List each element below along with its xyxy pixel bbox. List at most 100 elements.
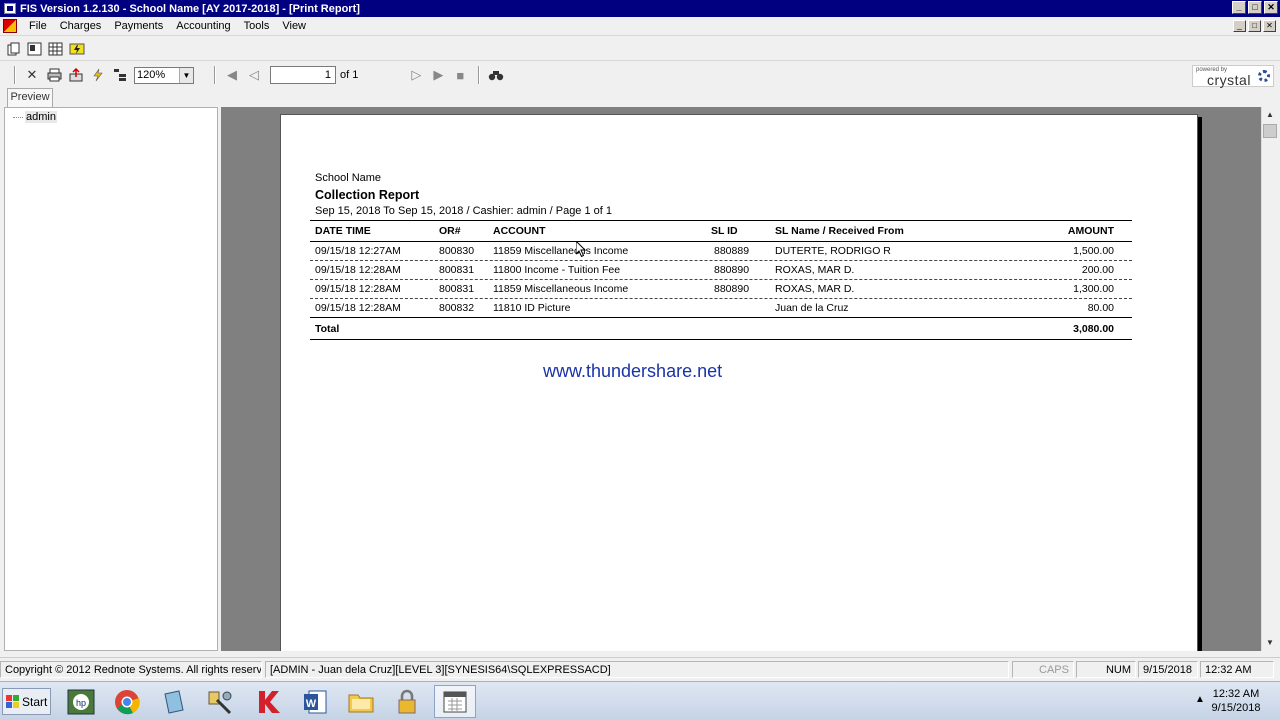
table-row: 09/15/18 12:28AM 800831 11859 Miscellane…: [310, 280, 1132, 299]
scroll-up-icon[interactable]: ▲: [1262, 107, 1278, 123]
tree-item-admin[interactable]: admin: [13, 111, 57, 123]
mdi-controls: _ □ ✕: [1233, 20, 1276, 32]
app-toolbar: [0, 37, 1280, 61]
cell-account: 11810 ID Picture: [493, 302, 571, 314]
lock-icon[interactable]: [386, 685, 428, 718]
cell-sl-id: 880890: [714, 283, 750, 295]
tools-icon[interactable]: [198, 685, 240, 718]
report-viewport: School Name Collection Report Sep 15, 20…: [221, 107, 1261, 651]
cell-date-time: 09/15/18 12:27AM: [315, 245, 401, 257]
status-time: 12:32 AM: [1200, 661, 1274, 678]
tree-connector: [13, 116, 23, 118]
cell-or-no: 800831: [439, 283, 475, 295]
first-page-icon[interactable]: ◀: [222, 65, 242, 85]
scroll-thumb[interactable]: [1263, 124, 1277, 138]
cell-date-time: 09/15/18 12:28AM: [315, 283, 401, 295]
header-date-time: DATE TIME: [315, 225, 371, 237]
grid-icon[interactable]: [47, 40, 64, 57]
mdi-close-button[interactable]: ✕: [1263, 20, 1276, 32]
toolbar-separator: [14, 66, 16, 84]
cell-sl-id: 880889: [714, 245, 750, 257]
header-sl-name: SL Name / Received From: [775, 225, 904, 237]
vertical-scrollbar[interactable]: ▲ ▼: [1261, 107, 1278, 651]
cell-account: 11859 Miscellaneous Income: [493, 283, 629, 295]
stop-icon[interactable]: ■: [450, 65, 470, 85]
toolbar-separator: [214, 66, 216, 84]
folder-icon[interactable]: [340, 685, 382, 718]
start-button[interactable]: Start: [2, 688, 51, 715]
app-icon: [4, 3, 16, 14]
status-copyright: Copyright © 2012 Rednote Systems. All ri…: [0, 661, 262, 678]
mdi-restore-button[interactable]: □: [1248, 20, 1261, 32]
menu-bar: File Charges Payments Accounting Tools V…: [0, 17, 1280, 36]
menu-payments[interactable]: Payments: [108, 20, 170, 32]
cell-sl-name: ROXAS, MAR D.: [775, 283, 855, 295]
cell-sl-name: ROXAS, MAR D.: [775, 264, 855, 276]
export-icon[interactable]: [66, 65, 86, 85]
hp-icon[interactable]: hp: [60, 685, 102, 718]
status-date: 9/15/2018: [1138, 661, 1198, 678]
table-row: 09/15/18 12:27AM 800830 11859 Miscellane…: [310, 242, 1132, 261]
tree-item-label: admin: [25, 111, 57, 123]
cell-amount: 80.00: [1087, 302, 1114, 314]
cell-or-no: 800830: [439, 245, 475, 257]
group-tree-icon[interactable]: [110, 65, 130, 85]
menu-tools[interactable]: Tools: [238, 20, 277, 32]
taskbar-clock[interactable]: 12:32 AM 9/15/2018: [1206, 687, 1266, 715]
print-icon[interactable]: [44, 65, 64, 85]
table-row: 09/15/18 12:28AM 800832 11810 ID Picture…: [310, 299, 1132, 318]
status-session: [ADMIN - Juan dela Cruz][LEVEL 3][SYNESI…: [265, 661, 1009, 678]
word-icon[interactable]: W: [294, 685, 336, 718]
report-school-name: School Name: [315, 172, 382, 184]
lightning-icon[interactable]: [68, 40, 85, 57]
menu-view[interactable]: View: [276, 20, 313, 32]
crystal-logo: powered by crystal: [1192, 65, 1274, 88]
minimize-button[interactable]: _: [1232, 1, 1246, 14]
next-page-icon[interactable]: ▷: [406, 65, 426, 85]
cell-amount: 200.00: [1081, 264, 1114, 276]
copy-icon[interactable]: [5, 40, 22, 57]
window-controls: _ □ ✕: [1232, 1, 1278, 14]
header-sl-id: SL ID: [711, 225, 738, 237]
cell-date-time: 09/15/18 12:28AM: [315, 264, 401, 276]
chevron-down-icon[interactable]: ▼: [179, 67, 193, 83]
refresh-icon[interactable]: [88, 65, 108, 85]
previous-page-icon[interactable]: ◁: [244, 65, 264, 85]
tray-expand-icon[interactable]: ▲: [1195, 694, 1205, 705]
menu-accounting[interactable]: Accounting: [170, 20, 237, 32]
menu-file[interactable]: File: [23, 20, 54, 32]
scroll-down-icon[interactable]: ▼: [1262, 635, 1278, 651]
clock-time: 12:32 AM: [1212, 688, 1260, 700]
cell-amount: 1,300.00: [1073, 283, 1114, 295]
total-label: Total: [315, 322, 340, 335]
close-view-icon[interactable]: ✕: [22, 65, 42, 85]
cell-sl-id: 880890: [714, 264, 750, 276]
table-row: 09/15/18 12:28AM 800831 11800 Income - T…: [310, 261, 1132, 280]
svg-text:W: W: [306, 698, 317, 710]
menu-charges[interactable]: Charges: [54, 20, 109, 32]
crystal-dots-icon: [1258, 70, 1270, 82]
cell-or-no: 800831: [439, 264, 475, 276]
tab-preview[interactable]: Preview: [7, 88, 53, 107]
last-page-icon[interactable]: ▶: [428, 65, 448, 85]
search-icon[interactable]: [486, 65, 506, 85]
calendar-icon[interactable]: [434, 685, 476, 718]
mdi-minimize-button[interactable]: _: [1233, 20, 1246, 32]
chrome-icon[interactable]: [106, 685, 148, 718]
close-button[interactable]: ✕: [1264, 1, 1278, 14]
clock-date: 9/15/2018: [1211, 702, 1261, 714]
document-menu-icon[interactable]: [3, 19, 17, 33]
restore-button[interactable]: □: [1248, 1, 1262, 14]
title-bar: FIS Version 1.2.130 - School Name [AY 20…: [0, 0, 1280, 17]
taskbar: Start hp W ▲ 12:32 AM 9/15/2018: [0, 681, 1280, 720]
page-number-input[interactable]: 1: [270, 66, 336, 84]
kaspersky-icon[interactable]: [246, 685, 288, 718]
id-card-icon[interactable]: [26, 40, 43, 57]
report-table: DATE TIME OR# ACCOUNT SL ID SL Name / Re…: [310, 220, 1132, 340]
window-title: FIS Version 1.2.130 - School Name [AY 20…: [20, 2, 360, 15]
cell-date-time: 09/15/18 12:28AM: [315, 302, 401, 314]
header-amount: AMOUNT: [1067, 225, 1114, 237]
notepad-icon[interactable]: [152, 685, 194, 718]
zoom-select[interactable]: 120% ▼: [134, 66, 194, 84]
page-shadow: [1198, 117, 1202, 651]
